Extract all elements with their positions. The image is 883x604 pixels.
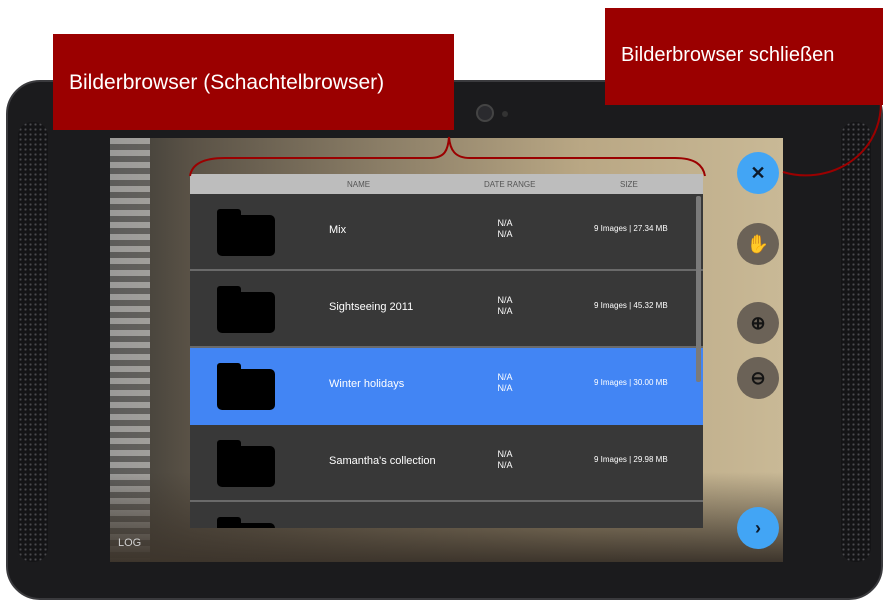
callout-close-browser: Bilderbrowser schließen	[605, 8, 883, 105]
callout-image-browser: Bilderbrowser (Schachtelbrowser)	[53, 34, 454, 130]
callout-close-browser-text: Bilderbrowser schließen	[621, 44, 835, 66]
brace-line	[189, 136, 706, 177]
close-callout-line	[782, 102, 882, 177]
callout-image-browser-text: Bilderbrowser (Schachtelbrowser)	[69, 71, 385, 94]
